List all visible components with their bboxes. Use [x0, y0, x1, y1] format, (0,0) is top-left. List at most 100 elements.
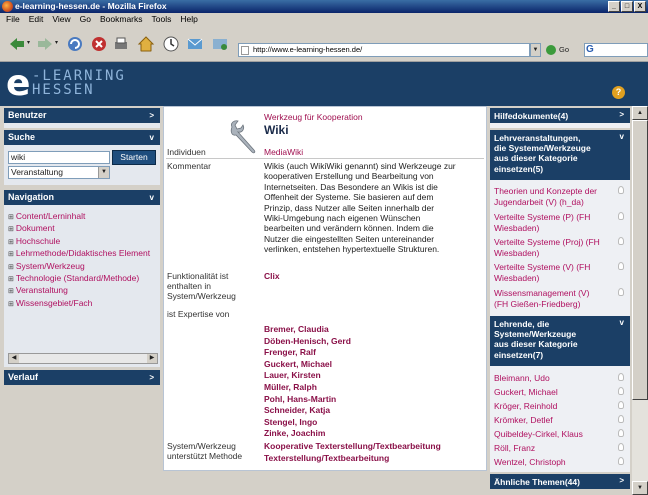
search-engine-input[interactable]: G: [584, 43, 648, 57]
menu-file[interactable]: File: [6, 13, 20, 26]
menu-tools[interactable]: Tools: [152, 13, 172, 26]
lehrveranstaltung-link[interactable]: Theorien und Konzepte der Jugendarbeit (V…: [494, 186, 614, 207]
lehrende-link[interactable]: Krömker, Detlef: [494, 415, 614, 426]
scroll-down-icon[interactable]: ▼: [632, 481, 648, 495]
lehrende-link[interactable]: Wentzel, Christoph: [494, 457, 614, 468]
individuen-link[interactable]: MediaWiki: [264, 147, 303, 157]
url-text: http://www.e-learning-hessen.de/: [253, 45, 363, 54]
search-type-select[interactable]: Veranstaltung ▼: [8, 166, 110, 179]
start-button[interactable]: Starten: [112, 150, 156, 165]
lightbulb-icon: [618, 457, 624, 465]
left-sidebar: Benutzer > Suche v wiki Starten Veranstalt…: [4, 106, 160, 495]
scroll-left-icon[interactable]: ◀: [9, 354, 19, 363]
suche-panel-header[interactable]: Suche v: [4, 130, 160, 145]
help-icon[interactable]: ?: [612, 86, 625, 99]
back-icon[interactable]: [8, 35, 26, 53]
chevron-right-icon: >: [149, 111, 154, 120]
nav-item-system-werkzeug[interactable]: ⊞ System/Werkzeug: [8, 261, 158, 273]
nav-item-dokument[interactable]: ⊞ Dokument: [8, 223, 158, 235]
menu-edit[interactable]: Edit: [29, 13, 44, 26]
lehrende-header[interactable]: Lehrende, die Systeme/Werkzeuge aus dies…: [490, 316, 630, 366]
lehrende-link[interactable]: Guckert, Michael: [494, 387, 614, 398]
expert-link[interactable]: Zinke, Joachim: [264, 428, 351, 440]
url-dropdown-button[interactable]: ▼: [530, 43, 541, 57]
newsgroup-icon[interactable]: [211, 35, 229, 53]
lehrveranstaltung-link[interactable]: Verteilte Systeme (V) (FH Wiesbaden): [494, 262, 614, 283]
verlauf-label: Verlauf: [8, 372, 39, 382]
methode-link[interactable]: Kooperative Texterstellung/Textbearbeitu…: [264, 441, 441, 453]
menu-help[interactable]: Help: [180, 13, 197, 26]
expert-link[interactable]: Döben-Henisch, Gerd: [264, 336, 351, 348]
navigation-toolbar: ▾ ▾ http://www.e-learning-hessen.de/ ▼ G…: [0, 26, 648, 62]
home-icon[interactable]: [137, 35, 155, 53]
nav-item-lehrmethode[interactable]: ⊞ Lehrmethode/Didaktisches Element: [8, 248, 158, 260]
expert-link[interactable]: Schneider, Katja: [264, 405, 351, 417]
methode-link[interactable]: Texterstellung/Textbearbeitung: [264, 453, 441, 465]
lehrveranstaltung-link[interactable]: Wissensmanagement (V) (FH Gießen-Friedber…: [494, 288, 614, 309]
reload-icon[interactable]: [66, 35, 84, 53]
menu-go[interactable]: Go: [80, 13, 91, 26]
vertical-scrollbar[interactable]: ▲ ▼: [632, 106, 648, 495]
lightbulb-icon: [618, 186, 624, 194]
methode-label: System/Werkzeug unterstützt Methode: [167, 441, 243, 461]
minimize-button[interactable]: _: [608, 1, 620, 12]
verlauf-panel-header[interactable]: Verlauf >: [4, 370, 160, 385]
nav-item-hochschule[interactable]: ⊞ Hochschule: [8, 236, 158, 248]
content-panel: Werkzeug für Kooperation Wiki Individuen…: [163, 106, 487, 471]
lehrende-link[interactable]: Quibeldey-Cirkel, Klaus: [494, 429, 614, 440]
nav-item-technologie[interactable]: ⊞ Technologie (Standard/Methode): [8, 273, 158, 285]
expert-link[interactable]: Pohl, Hans-Martin: [264, 394, 351, 406]
expert-link[interactable]: Guckert, Michael: [264, 359, 351, 371]
expert-link[interactable]: Lauer, Kirsten: [264, 370, 351, 382]
logo-line-2: HESSEN: [32, 82, 95, 98]
lehrende-link[interactable]: Bleimann, Udo: [494, 373, 614, 384]
menu-bookmarks[interactable]: Bookmarks: [100, 13, 143, 26]
maximize-button[interactable]: □: [621, 1, 633, 12]
logo-line-1: -LEARNING: [32, 68, 126, 84]
chevron-down-icon: v: [149, 133, 154, 142]
logo-letter[interactable]: e: [6, 66, 30, 102]
funktionalitaet-link[interactable]: Clix: [264, 271, 280, 281]
search-input[interactable]: wiki: [8, 151, 110, 164]
go-icon: [546, 45, 556, 55]
chevron-down-icon: v: [619, 132, 624, 141]
close-button[interactable]: X: [634, 1, 646, 12]
horizontal-scrollbar[interactable]: ◀ ▶: [8, 353, 158, 364]
aehnliche-themen-header[interactable]: Ähnliche Themen(44) >: [490, 474, 630, 489]
expert-link[interactable]: Bremer, Claudia: [264, 324, 351, 336]
mail-icon[interactable]: [186, 35, 204, 53]
expert-link[interactable]: Müller, Ralph: [264, 382, 351, 394]
nav-item-veranstaltung[interactable]: ⊞ Veranstaltung: [8, 285, 158, 297]
lightbulb-icon: [618, 415, 624, 423]
lehrveranstaltung-link[interactable]: Verteilte Systeme (Proj) (FH Wiesbaden): [494, 237, 614, 258]
history-icon[interactable]: [162, 35, 180, 53]
url-input[interactable]: http://www.e-learning-hessen.de/: [238, 43, 530, 57]
nav-item-content[interactable]: ⊞ Content/Lerninhalt: [8, 211, 158, 223]
navigation-list: ⊞ Content/Lerninhalt ⊞ Dokument ⊞ Hochschul…: [8, 211, 158, 310]
navigation-panel-header[interactable]: Navigation v: [4, 190, 160, 205]
benutzer-panel-header[interactable]: Benutzer >: [4, 108, 160, 123]
lightbulb-icon: [618, 237, 624, 245]
forward-dropdown-icon[interactable]: ▾: [55, 39, 58, 46]
print-icon[interactable]: [112, 35, 130, 53]
back-dropdown-icon[interactable]: ▾: [27, 39, 30, 46]
stop-icon[interactable]: [90, 35, 108, 53]
lehrende-link[interactable]: Kröger, Reinhold: [494, 401, 614, 412]
scroll-up-icon[interactable]: ▲: [632, 106, 648, 120]
chevron-down-icon: v: [149, 193, 154, 202]
menu-view[interactable]: View: [52, 13, 70, 26]
window-title: e-learning-hessen.de - Mozilla Firefox: [15, 1, 167, 11]
scrollbar-thumb[interactable]: [632, 120, 648, 400]
expert-link[interactable]: Stengel, Ingo: [264, 417, 351, 429]
lehrveranstaltungen-header[interactable]: Lehrveranstaltungen, die Systeme/Werkzeu…: [490, 130, 630, 180]
category-link[interactable]: Werkzeug für Kooperation: [264, 112, 363, 122]
hilfedokumente-header[interactable]: Hilfedokumente(4) >: [490, 108, 630, 123]
forward-icon[interactable]: [36, 35, 54, 53]
expert-link[interactable]: Frenger, Ralf: [264, 347, 351, 359]
scroll-right-icon[interactable]: ▶: [147, 354, 157, 363]
lehrende-link[interactable]: Röll, Franz: [494, 443, 614, 454]
lehrveranstaltung-link[interactable]: Verteilte Systeme (P) (FH Wiesbaden): [494, 212, 614, 233]
go-button[interactable]: Go: [546, 43, 569, 57]
nav-item-wissensgebiet[interactable]: ⊞ Wissensgebiet/Fach: [8, 298, 158, 310]
suche-label: Suche: [8, 132, 36, 142]
